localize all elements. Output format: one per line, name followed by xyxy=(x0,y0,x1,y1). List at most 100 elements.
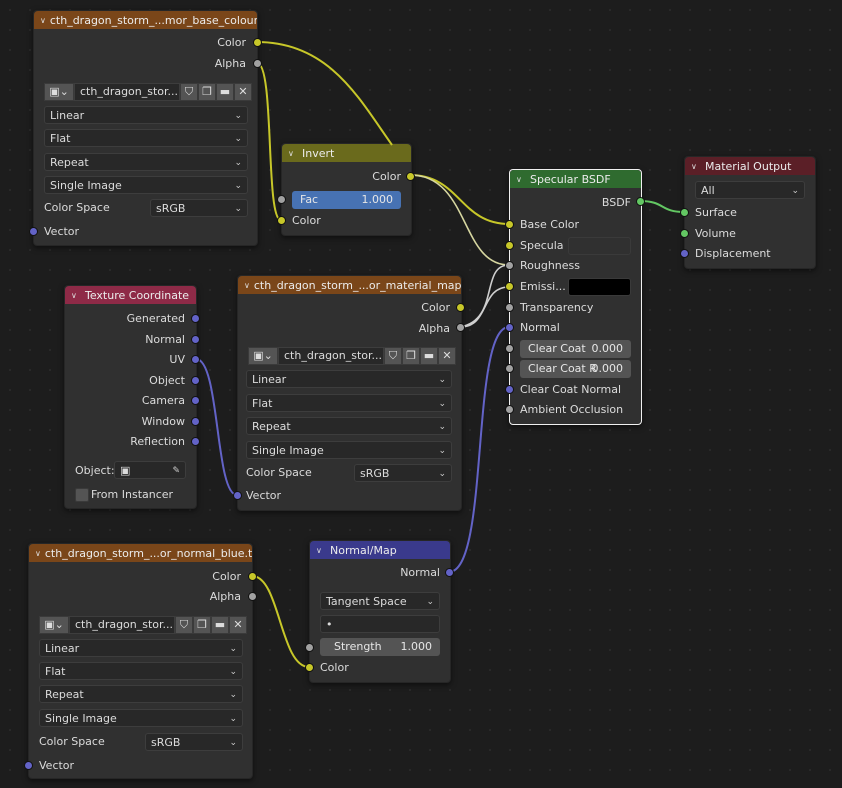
fake-user-shield-icon[interactable]: ⛉ xyxy=(384,347,402,365)
chevron-down-icon[interactable]: ∨ xyxy=(244,281,250,290)
image-texture-node-normal[interactable]: ∨ cth_dragon_storm_...or_normal_blue.tga … xyxy=(28,543,253,779)
color-space-dropdown[interactable]: sRGB ⌄ xyxy=(150,199,248,217)
socket-ambient-occlusion-in[interactable] xyxy=(505,405,514,414)
duplicate-icon[interactable]: ❐ xyxy=(402,347,420,365)
socket-clear-coat-r-in[interactable] xyxy=(505,364,514,373)
texture-coordinate-node[interactable]: ∨ Texture Coordinate Generated Normal UV … xyxy=(64,285,197,509)
image-texture-node-base-colour[interactable]: ∨ cth_dragon_storm_...mor_base_colour.tga… xyxy=(33,10,258,246)
image-browse-icon[interactable]: ▣⌄ xyxy=(44,83,74,101)
socket-color-out[interactable] xyxy=(253,38,262,47)
socket-emission-in[interactable] xyxy=(505,282,514,291)
normal-map-node[interactable]: ∨ Normal/Map Normal Tangent Space ⌄ • Stre… xyxy=(309,540,451,683)
target-dropdown[interactable]: All ⌄ xyxy=(695,181,805,199)
fake-user-shield-icon[interactable]: ⛉ xyxy=(180,83,198,101)
socket-generated-out[interactable] xyxy=(191,314,200,323)
fake-user-shield-icon[interactable]: ⛉ xyxy=(175,616,193,634)
socket-color-in[interactable] xyxy=(305,663,314,672)
material-output-node[interactable]: ∨ Material Output All ⌄ Surface Volume Dis… xyxy=(684,156,816,269)
socket-clear-coat-normal-in[interactable] xyxy=(505,385,514,394)
projection-dropdown[interactable]: Flat ⌄ xyxy=(39,662,243,680)
open-folder-icon[interactable]: ▬ xyxy=(420,347,438,365)
chevron-down-icon[interactable]: ∨ xyxy=(71,291,81,300)
node-header[interactable]: ∨ Specular BSDF xyxy=(510,170,641,188)
space-dropdown[interactable]: Tangent Space ⌄ xyxy=(320,592,440,610)
socket-alpha-out[interactable] xyxy=(253,59,262,68)
socket-alpha-out[interactable] xyxy=(248,592,257,601)
socket-bsdf-out[interactable] xyxy=(636,197,645,206)
socket-color-out[interactable] xyxy=(248,572,257,581)
source-dropdown[interactable]: Single Image ⌄ xyxy=(246,441,452,459)
chevron-down-icon[interactable]: ∨ xyxy=(516,175,526,184)
interpolation-dropdown[interactable]: Linear ⌄ xyxy=(44,106,248,124)
socket-displacement-in[interactable] xyxy=(680,249,689,258)
node-header[interactable]: ∨ Normal/Map xyxy=(310,541,450,559)
specular-bsdf-node[interactable]: ∨ Specular BSDF BSDF Base Color Specula R… xyxy=(509,169,642,425)
fac-slider[interactable]: Fac 1.000 xyxy=(292,191,401,209)
extension-dropdown[interactable]: Repeat ⌄ xyxy=(44,153,248,171)
specular-color-swatch[interactable] xyxy=(568,237,631,255)
clear-coat-slider[interactable]: Clear Coat 0.000 xyxy=(520,340,631,358)
from-instancer-checkbox[interactable] xyxy=(75,488,89,502)
socket-camera-out[interactable] xyxy=(191,396,200,405)
chevron-down-icon[interactable]: ∨ xyxy=(288,149,298,158)
invert-node[interactable]: ∨ Invert Color Fac 1.000 Color xyxy=(281,143,412,236)
extension-dropdown[interactable]: Repeat ⌄ xyxy=(246,417,452,435)
socket-color-out[interactable] xyxy=(406,172,415,181)
emission-color-swatch[interactable] xyxy=(568,278,631,296)
socket-uv-out[interactable] xyxy=(191,355,200,364)
socket-vector-in[interactable] xyxy=(233,491,242,500)
extension-dropdown[interactable]: Repeat ⌄ xyxy=(39,685,243,703)
duplicate-icon[interactable]: ❐ xyxy=(198,83,216,101)
image-texture-node-material-map[interactable]: ∨ cth_dragon_storm_...or_material_map.tga… xyxy=(237,275,462,511)
open-folder-icon[interactable]: ▬ xyxy=(216,83,234,101)
node-header[interactable]: ∨ Invert xyxy=(282,144,411,162)
socket-normal-out[interactable] xyxy=(445,568,454,577)
chevron-down-icon[interactable]: ∨ xyxy=(35,549,41,558)
socket-vector-in[interactable] xyxy=(29,227,38,236)
interpolation-dropdown[interactable]: Linear ⌄ xyxy=(246,370,452,388)
clear-coat-roughness-slider[interactable]: Clear Coat R 0.000 xyxy=(520,360,631,378)
image-name-field[interactable]: cth_dragon_stor... xyxy=(69,616,175,634)
socket-fac-in[interactable] xyxy=(277,195,286,204)
socket-clear-coat-in[interactable] xyxy=(505,344,514,353)
socket-roughness-in[interactable] xyxy=(505,261,514,270)
open-folder-icon[interactable]: ▬ xyxy=(211,616,229,634)
close-icon[interactable]: ✕ xyxy=(229,616,247,634)
projection-dropdown[interactable]: Flat ⌄ xyxy=(44,129,248,147)
eyedropper-icon[interactable]: ✎ xyxy=(172,462,180,480)
socket-object-out[interactable] xyxy=(191,376,200,385)
interpolation-dropdown[interactable]: Linear ⌄ xyxy=(39,639,243,657)
image-browse-icon[interactable]: ▣⌄ xyxy=(248,347,278,365)
socket-surface-in[interactable] xyxy=(680,208,689,217)
socket-volume-in[interactable] xyxy=(680,229,689,238)
socket-base-color-in[interactable] xyxy=(505,220,514,229)
close-icon[interactable]: ✕ xyxy=(234,83,252,101)
node-header[interactable]: ∨ cth_dragon_storm_...or_normal_blue.tga xyxy=(29,544,252,562)
node-header[interactable]: ∨ Material Output xyxy=(685,157,815,175)
source-dropdown[interactable]: Single Image ⌄ xyxy=(39,709,243,727)
node-header[interactable]: ∨ cth_dragon_storm_...or_material_map.tga xyxy=(238,276,461,294)
color-space-dropdown[interactable]: sRGB ⌄ xyxy=(145,733,243,751)
duplicate-icon[interactable]: ❐ xyxy=(193,616,211,634)
socket-color-in[interactable] xyxy=(277,216,286,225)
socket-color-out[interactable] xyxy=(456,303,465,312)
socket-strength-in[interactable] xyxy=(305,643,314,652)
image-browse-icon[interactable]: ▣⌄ xyxy=(39,616,69,634)
chevron-down-icon[interactable]: ∨ xyxy=(691,162,701,171)
chevron-down-icon[interactable]: ∨ xyxy=(40,16,46,25)
socket-transparency-in[interactable] xyxy=(505,303,514,312)
projection-dropdown[interactable]: Flat ⌄ xyxy=(246,394,452,412)
strength-slider[interactable]: Strength 1.000 xyxy=(320,638,440,656)
source-dropdown[interactable]: Single Image ⌄ xyxy=(44,176,248,194)
socket-alpha-out[interactable] xyxy=(456,323,465,332)
socket-normal-out[interactable] xyxy=(191,335,200,344)
chevron-down-icon[interactable]: ∨ xyxy=(316,546,326,555)
close-icon[interactable]: ✕ xyxy=(438,347,456,365)
color-space-dropdown[interactable]: sRGB ⌄ xyxy=(354,464,452,482)
image-name-field[interactable]: cth_dragon_stor... xyxy=(278,347,384,365)
socket-reflection-out[interactable] xyxy=(191,437,200,446)
socket-normal-in[interactable] xyxy=(505,323,514,332)
node-header[interactable]: ∨ Texture Coordinate xyxy=(65,286,196,304)
uv-map-field[interactable]: • xyxy=(320,615,440,633)
socket-window-out[interactable] xyxy=(191,417,200,426)
